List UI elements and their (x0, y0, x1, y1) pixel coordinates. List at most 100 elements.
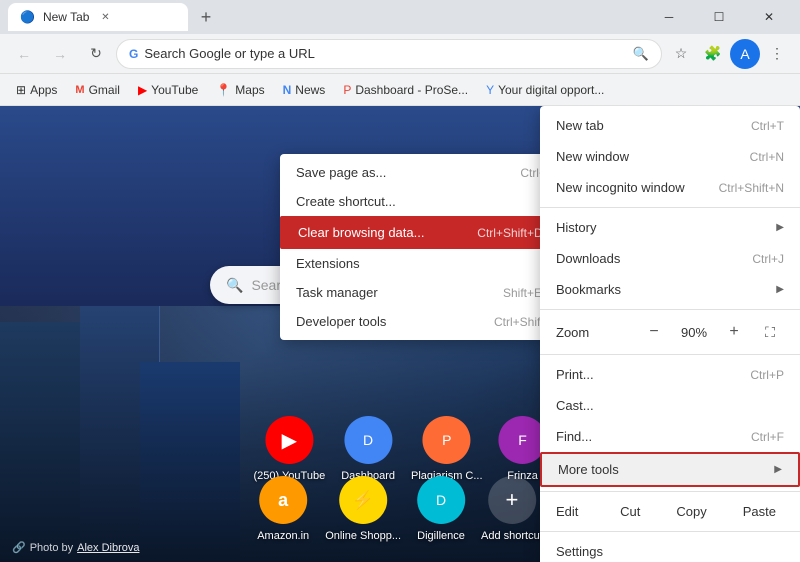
menu-edit-row: Edit Cut Copy Paste (540, 496, 800, 527)
content-area: Google 🔍 Search Google or type ▶ (250) Y… (0, 106, 800, 562)
bookmark-star-icon[interactable]: ☆ (666, 39, 696, 69)
gmail-label: Gmail (89, 83, 120, 97)
downloads-shortcut: Ctrl+J (752, 252, 784, 266)
back-button[interactable]: ← (8, 38, 40, 70)
bookmark-gmail[interactable]: M Gmail (67, 80, 128, 100)
photo-icon: 🔗 (12, 541, 26, 554)
context-task-manager[interactable]: Task manager Shift+Esc (280, 278, 570, 307)
shortcut-youtube[interactable]: ▶ (250) YouTube (253, 416, 325, 482)
close-button[interactable]: ✕ (746, 1, 792, 33)
news-label: News (295, 83, 325, 97)
reload-button[interactable]: ↻ (80, 38, 112, 70)
bookmarks-bar: ⊞ Apps M Gmail ▶ YouTube 📍 Maps N News P… (0, 74, 800, 106)
menu-new-window[interactable]: New window Ctrl+N (540, 141, 800, 172)
settings-label: Settings (556, 544, 784, 559)
menu-divider-1 (540, 207, 800, 208)
bookmarks-apps[interactable]: ⊞ Apps (8, 80, 65, 100)
menu-print[interactable]: Print... Ctrl+P (540, 359, 800, 390)
amazon-shortcut-icon: a (259, 476, 307, 524)
context-developer-tools[interactable]: Developer tools Ctrl+Shift+I (280, 307, 570, 336)
menu-cast[interactable]: Cast... (540, 390, 800, 421)
copy-button[interactable]: Copy (660, 500, 722, 523)
shortcut-plagiarism[interactable]: P Plagiarism C... (411, 416, 483, 482)
title-bar: 🔵 New Tab ✕ + ─ ☐ ✕ (0, 0, 800, 34)
search-icon: 🔍 (633, 46, 649, 62)
menu-bookmarks[interactable]: Bookmarks ▶ (540, 274, 800, 305)
history-arrow-icon: ▶ (776, 222, 784, 233)
zoom-plus-button[interactable]: + (720, 318, 748, 346)
context-menu: Save page as... Ctrl+S Create shortcut..… (280, 154, 570, 340)
shortcuts-row-2: a Amazon.in ⚡ Online Shopp... D Digillen… (257, 476, 543, 542)
dashboard-icon: P (343, 83, 351, 97)
more-tools-arrow-icon: ▶ (774, 464, 782, 475)
amazon-shortcut-label: Amazon.in (257, 530, 309, 542)
gmail-icon: M (75, 84, 84, 96)
bookmark-digital[interactable]: Y Your digital opport... (478, 80, 612, 100)
online-shop-label: Online Shopp... (325, 530, 401, 542)
new-window-shortcut: Ctrl+N (750, 150, 784, 164)
zoom-label: Zoom (556, 325, 632, 340)
profile-icon[interactable]: A (730, 39, 760, 69)
digillence-icon: D (417, 476, 465, 524)
menu-divider-4 (540, 491, 800, 492)
menu-downloads[interactable]: Downloads Ctrl+J (540, 243, 800, 274)
extension-icon[interactable]: 🧩 (698, 39, 728, 69)
new-window-label: New window (556, 149, 742, 164)
bookmark-youtube[interactable]: ▶ YouTube (130, 80, 206, 100)
context-save-page[interactable]: Save page as... Ctrl+S (280, 158, 570, 187)
google-icon: G (129, 47, 138, 61)
address-text: Search Google or type a URL (144, 46, 626, 61)
forward-button[interactable]: → (44, 38, 76, 70)
new-tab-button[interactable]: + (192, 3, 220, 31)
tab-close-button[interactable]: ✕ (97, 9, 113, 25)
bookmarks-label: Bookmarks (556, 282, 768, 297)
shortcut-add[interactable]: + Add shortcut (481, 476, 543, 542)
menu-divider-5 (540, 531, 800, 532)
zoom-minus-button[interactable]: − (640, 318, 668, 346)
bookmark-dashboard[interactable]: P Dashboard - ProSe... (335, 80, 476, 100)
address-bar[interactable]: G Search Google or type a URL 🔍 (116, 39, 662, 69)
maximize-button[interactable]: ☐ (696, 1, 742, 33)
photo-author-link[interactable]: Alex Dibrova (77, 542, 139, 554)
shortcut-digillence[interactable]: D Digillence (417, 476, 465, 542)
print-label: Print... (556, 367, 742, 382)
chrome-menu-button[interactable]: ⋮ (762, 39, 792, 69)
add-shortcut-icon: + (488, 476, 536, 524)
bookmark-maps[interactable]: 📍 Maps (208, 80, 272, 100)
extensions-label: Extensions (296, 256, 554, 271)
bookmark-news[interactable]: N News (275, 80, 334, 100)
edit-label: Edit (548, 504, 600, 519)
menu-settings[interactable]: Settings (540, 536, 800, 562)
shortcut-online-shop[interactable]: ⚡ Online Shopp... (325, 476, 401, 542)
shortcuts-row: ▶ (250) YouTube D Dashboard P Plagiarism… (253, 416, 546, 482)
clear-browsing-label: Clear browsing data... (298, 225, 477, 240)
tab-favicon: 🔵 (20, 10, 35, 24)
developer-tools-label: Developer tools (296, 314, 494, 329)
active-tab[interactable]: 🔵 New Tab ✕ (8, 3, 188, 31)
context-clear-browsing[interactable]: Clear browsing data... Ctrl+Shift+Del (280, 216, 570, 249)
new-incognito-label: New incognito window (556, 180, 711, 195)
digillence-label: Digillence (417, 530, 465, 542)
downloads-label: Downloads (556, 251, 744, 266)
shortcut-dashboard[interactable]: D Dashboard (341, 416, 395, 482)
history-label: History (556, 220, 768, 235)
window-controls: ─ ☐ ✕ (646, 1, 792, 33)
paste-button[interactable]: Paste (727, 500, 792, 523)
menu-more-tools[interactable]: More tools ▶ (540, 452, 800, 487)
cast-label: Cast... (556, 398, 784, 413)
context-extensions[interactable]: Extensions (280, 249, 570, 278)
search-lens-icon: 🔍 (226, 277, 243, 294)
minimize-button[interactable]: ─ (646, 1, 692, 33)
menu-history[interactable]: History ▶ (540, 212, 800, 243)
cut-button[interactable]: Cut (604, 500, 656, 523)
shortcut-amazon[interactable]: a Amazon.in (257, 476, 309, 542)
menu-new-incognito[interactable]: New incognito window Ctrl+Shift+N (540, 172, 800, 203)
maps-icon: 📍 (216, 83, 231, 97)
menu-find[interactable]: Find... Ctrl+F (540, 421, 800, 452)
youtube-shortcut-icon: ▶ (265, 416, 313, 464)
create-shortcut-label: Create shortcut... (296, 194, 554, 209)
zoom-fullscreen-button[interactable]: ⛶ (756, 318, 784, 346)
menu-new-tab[interactable]: New tab Ctrl+T (540, 110, 800, 141)
context-create-shortcut[interactable]: Create shortcut... (280, 187, 570, 216)
new-tab-label: New tab (556, 118, 743, 133)
